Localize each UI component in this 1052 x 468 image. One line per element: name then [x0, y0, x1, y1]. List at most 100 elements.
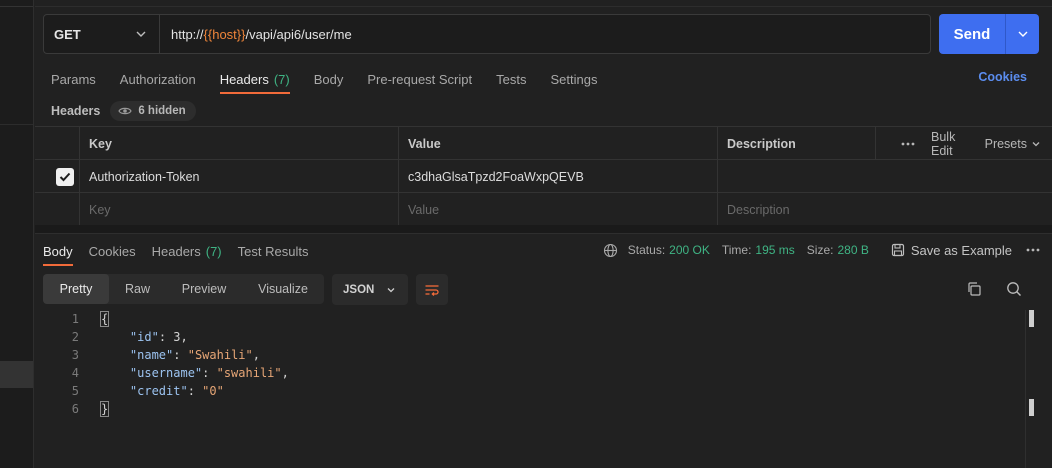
wrap-lines-button[interactable] — [416, 274, 448, 305]
chevron-down-icon — [1032, 141, 1040, 146]
pane-divider — [35, 6, 1052, 7]
save-as-example-label: Save as Example — [910, 242, 1012, 258]
format-label: JSON — [343, 283, 375, 296]
method-label: GET — [54, 26, 81, 42]
table-row-new: Key Value Description — [35, 193, 1052, 226]
tab-count: (7) — [205, 243, 222, 259]
line-number: 4 — [71, 366, 79, 380]
request-pane: GET http://{{host}}/vapi/api6/user/me Se… — [35, 0, 1052, 468]
vertical-scrollbar[interactable] — [1029, 310, 1034, 468]
headers-title: Headers — [51, 104, 101, 118]
json-comma: , — [252, 348, 260, 362]
tab-response-cookies[interactable]: Cookies — [89, 238, 136, 264]
tab-label: Headers — [151, 243, 201, 259]
line-number: 3 — [71, 348, 79, 362]
response-status-bar: Status: 200 OK Time: 195 ms Size: 280 B … — [603, 240, 1040, 260]
json-sep: : — [202, 366, 217, 380]
send-button-group: Send — [939, 14, 1039, 54]
tab-response-headers[interactable]: Headers (7) — [152, 238, 222, 264]
send-button[interactable]: Send — [939, 14, 1005, 54]
json-sep: : — [187, 384, 203, 398]
url-bar: GET http://{{host}}/vapi/api6/user/me — [43, 14, 931, 54]
json-value: "Swahili" — [187, 348, 253, 362]
method-select[interactable]: GET — [44, 15, 160, 53]
eye-icon — [118, 107, 133, 115]
chevron-down-icon — [1018, 31, 1027, 37]
search-icon[interactable] — [1006, 281, 1022, 297]
tab-label: Authorization — [119, 71, 196, 87]
tab-settings[interactable]: Settings — [550, 66, 597, 92]
more-icon[interactable] — [901, 142, 915, 146]
new-description-input[interactable]: Description — [717, 193, 875, 226]
tab-tests[interactable]: Tests — [496, 66, 526, 92]
time-value[interactable]: 195 ms — [755, 243, 794, 257]
response-tabs: Body Cookies Headers (7) Test Results — [43, 238, 324, 266]
bulk-edit-button[interactable]: Bulk Edit — [931, 130, 969, 158]
size-value[interactable]: 280 B — [837, 243, 868, 257]
view-pretty[interactable]: Pretty — [43, 274, 109, 304]
copy-icon[interactable] — [966, 281, 982, 297]
tab-params[interactable]: Params — [51, 66, 96, 92]
json-key: "name" — [129, 348, 174, 362]
url-input[interactable]: http://{{host}}/vapi/api6/user/me — [160, 15, 930, 53]
json-sep: : — [173, 348, 188, 362]
size-label: Size: — [806, 243, 834, 257]
hidden-headers-toggle[interactable]: 6 hidden — [110, 101, 196, 121]
json-comma: , — [180, 330, 188, 344]
sidebar-selected-item[interactable] — [0, 361, 33, 388]
view-visualize[interactable]: Visualize — [242, 274, 324, 304]
save-as-example-button[interactable]: Save as Example — [891, 243, 1012, 258]
code-line: "username": "swahili", — [101, 366, 289, 380]
header-value-cell[interactable]: c3dhaGlsaTpzd2FoaWxpQEVB — [398, 160, 717, 193]
view-raw[interactable]: Raw — [109, 274, 166, 304]
header-enabled-checkbox[interactable] — [56, 168, 74, 186]
header-key-cell[interactable]: Authorization-Token — [79, 160, 398, 193]
wrap-lines-icon — [425, 284, 439, 296]
tab-pre-request-script[interactable]: Pre-request Script — [367, 66, 472, 92]
column-description: Description — [717, 127, 875, 160]
view-preview[interactable]: Preview — [166, 274, 242, 304]
tab-body[interactable]: Body — [314, 66, 344, 92]
view-mode-selector: Pretty Raw Preview Visualize — [43, 274, 324, 304]
tab-headers[interactable]: Headers (7) — [219, 66, 290, 94]
status-value[interactable]: 200 OK — [669, 243, 710, 257]
scroll-marker — [1029, 310, 1034, 327]
more-icon[interactable] — [1026, 248, 1040, 252]
cookies-link[interactable]: Cookies — [978, 70, 1027, 84]
url-prefix: http:// — [171, 26, 204, 42]
json-key: "username" — [129, 366, 203, 380]
url-path: /vapi/api6/user/me — [245, 26, 352, 42]
status-label: Status: — [627, 243, 666, 257]
tab-test-results[interactable]: Test Results — [238, 238, 309, 264]
line-number: 6 — [71, 402, 79, 416]
globe-icon[interactable] — [603, 243, 618, 258]
send-options-button[interactable] — [1006, 14, 1039, 54]
tab-label: Cookies — [88, 243, 136, 259]
tab-authorization[interactable]: Authorization — [120, 66, 196, 92]
close-brace: } — [99, 401, 110, 417]
header-description-cell[interactable] — [717, 160, 875, 193]
column-value: Value — [398, 127, 717, 160]
tab-response-body[interactable]: Body — [43, 238, 73, 266]
new-value-input[interactable]: Value — [398, 193, 717, 226]
code-line: "name": "Swahili", — [101, 348, 260, 362]
presets-dropdown[interactable]: Presets — [985, 137, 1042, 151]
tab-label: Pre-request Script — [367, 71, 473, 87]
new-key-input[interactable]: Key — [79, 193, 398, 226]
tab-label: Test Results — [237, 243, 309, 259]
url-variable: {{host}} — [203, 26, 246, 42]
format-select[interactable]: JSON — [332, 274, 408, 305]
checkmark-icon — [59, 172, 71, 182]
column-key: Key — [79, 127, 398, 160]
scrollbar-track — [1025, 310, 1026, 468]
presets-label: Presets — [984, 136, 1027, 151]
json-value: 3 — [173, 330, 181, 344]
tab-count: (7) — [273, 71, 290, 87]
pane-splitter[interactable] — [35, 225, 1052, 234]
rail-divider — [0, 124, 33, 125]
hidden-count: 6 hidden — [138, 105, 186, 117]
save-icon — [891, 243, 904, 257]
table-header-row: Key Value Description Bulk Edit Presets — [35, 127, 1052, 160]
line-number: 5 — [71, 384, 79, 398]
rail-divider — [0, 0, 33, 7]
